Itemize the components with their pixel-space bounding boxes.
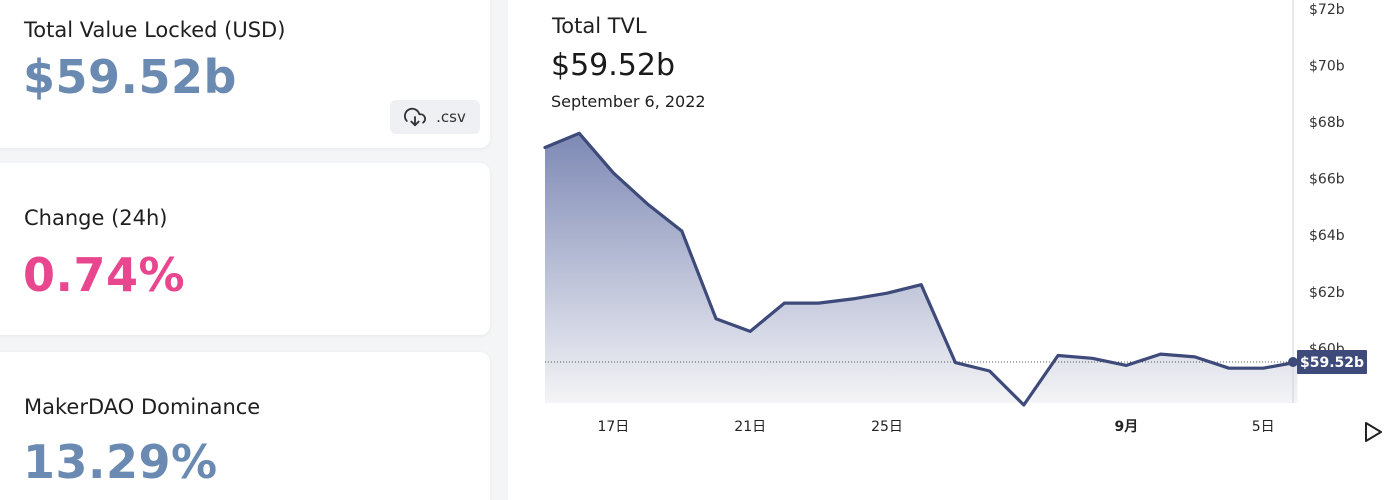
x-tick-label: 9月 [1115,419,1139,435]
x-tick-label: 25日 [871,419,903,435]
x-tick-label: 17日 [597,419,629,435]
chart-value: $59.52b [551,48,676,83]
play-icon[interactable] [1362,420,1384,444]
y-tick-label: $72b [1309,2,1345,18]
x-tick-label: 5日 [1252,419,1275,435]
tvl-chart[interactable]: $60b$62b$64b$66b$68b$70b$72b$59.52b17日 21… [0,0,1400,500]
chart-title: Total TVL [552,14,647,38]
series-area [545,133,1298,406]
y-tick-label: $62b [1309,285,1345,301]
chart-date: September 6, 2022 [551,92,706,111]
y-tick-label: $68b [1309,115,1345,131]
x-tick-label: 21日 [734,419,766,435]
current-value-badge-label: $59.52b [1300,355,1364,371]
y-tick-label: $70b [1309,58,1345,74]
y-tick-label: $66b [1309,172,1345,188]
current-value-marker [1288,356,1298,367]
y-tick-label: $64b [1309,228,1345,244]
